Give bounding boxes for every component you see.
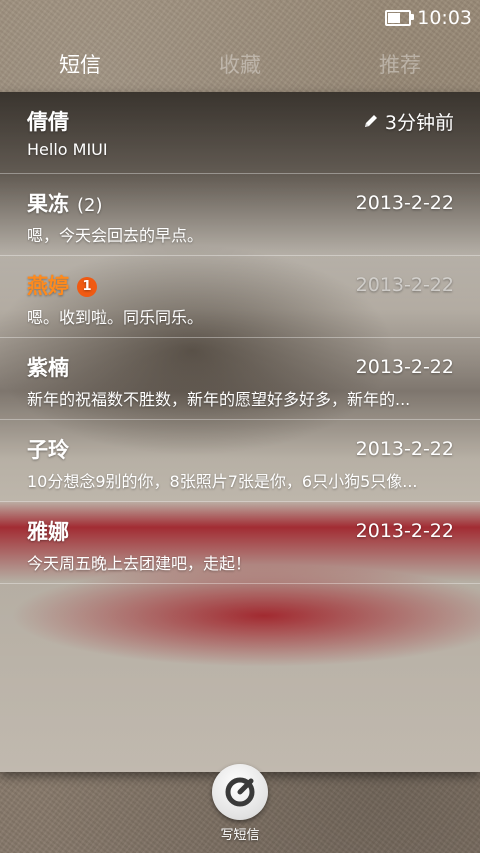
conversation-item[interactable]: 子玲 2013-2-22 10分想念9别的你，8张照片7张是你，6只小狗5只像.… — [0, 420, 480, 502]
contact-name: 紫楠 — [27, 356, 69, 380]
draft-pencil-icon — [364, 115, 377, 127]
conversation-list: 倩倩 3分钟前 Hello MIUI 果冻 (2) 2013-2-22 嗯，今天会… — [0, 92, 480, 772]
timestamp: 2013-2-22 — [355, 356, 454, 378]
contact-name-wrap: 燕婷 1 — [27, 270, 97, 300]
compose-button[interactable] — [212, 764, 268, 820]
conversation-item[interactable]: 雅娜 2013-2-22 今天周五晚上去团建吧，走起！ — [0, 502, 480, 584]
timestamp: 2013-2-22 — [355, 274, 454, 296]
tab-recommended[interactable]: 推荐 — [320, 49, 480, 79]
tab-bar: 短信 收藏 推荐 — [0, 36, 480, 92]
conversation-item[interactable]: 果冻 (2) 2013-2-22 嗯，今天会回去的早点。 — [0, 174, 480, 256]
battery-icon — [385, 10, 415, 26]
timestamp: 2013-2-22 — [355, 520, 454, 542]
contact-name: 果冻 — [27, 192, 69, 216]
conversation-item[interactable]: 燕婷 1 2013-2-22 嗯。收到啦。同乐同乐。 — [0, 256, 480, 338]
timestamp-text: 3分钟前 — [384, 111, 454, 134]
tab-favorites[interactable]: 收藏 — [160, 49, 320, 79]
clock: 10:03 — [417, 7, 472, 29]
message-count: (2) — [77, 195, 103, 216]
compose-icon — [225, 777, 255, 807]
timestamp: 3分钟前 — [363, 108, 454, 135]
contact-name: 雅娜 — [27, 520, 69, 544]
contact-name-wrap: 果冻 (2) — [27, 188, 103, 218]
contact-name: 子玲 — [27, 438, 69, 462]
tab-messages[interactable]: 短信 — [0, 49, 160, 79]
compose-label: 写短信 — [220, 828, 260, 843]
message-preview: 嗯，今天会回去的早点。 — [27, 226, 204, 245]
message-preview: 10分想念9别的你，8张照片7张是你，6只小狗5只像... — [27, 472, 418, 491]
status-bar: 10:03 — [0, 0, 480, 36]
timestamp: 2013-2-22 — [355, 438, 454, 460]
conversation-item[interactable]: 倩倩 3分钟前 Hello MIUI — [0, 92, 480, 174]
message-preview: 嗯。收到啦。同乐同乐。 — [27, 308, 204, 327]
contact-name: 燕婷 — [27, 274, 69, 298]
message-preview: Hello MIUI — [27, 140, 108, 159]
message-preview: 新年的祝福数不胜数，新年的愿望好多好多，新年的... — [27, 390, 411, 409]
conversation-item[interactable]: 紫楠 2013-2-22 新年的祝福数不胜数，新年的愿望好多好多，新年的... — [0, 338, 480, 420]
message-preview: 今天周五晚上去团建吧，走起！ — [27, 554, 252, 573]
timestamp: 2013-2-22 — [355, 192, 454, 214]
contact-name: 倩倩 — [27, 110, 69, 134]
unread-badge: 1 — [77, 277, 97, 297]
